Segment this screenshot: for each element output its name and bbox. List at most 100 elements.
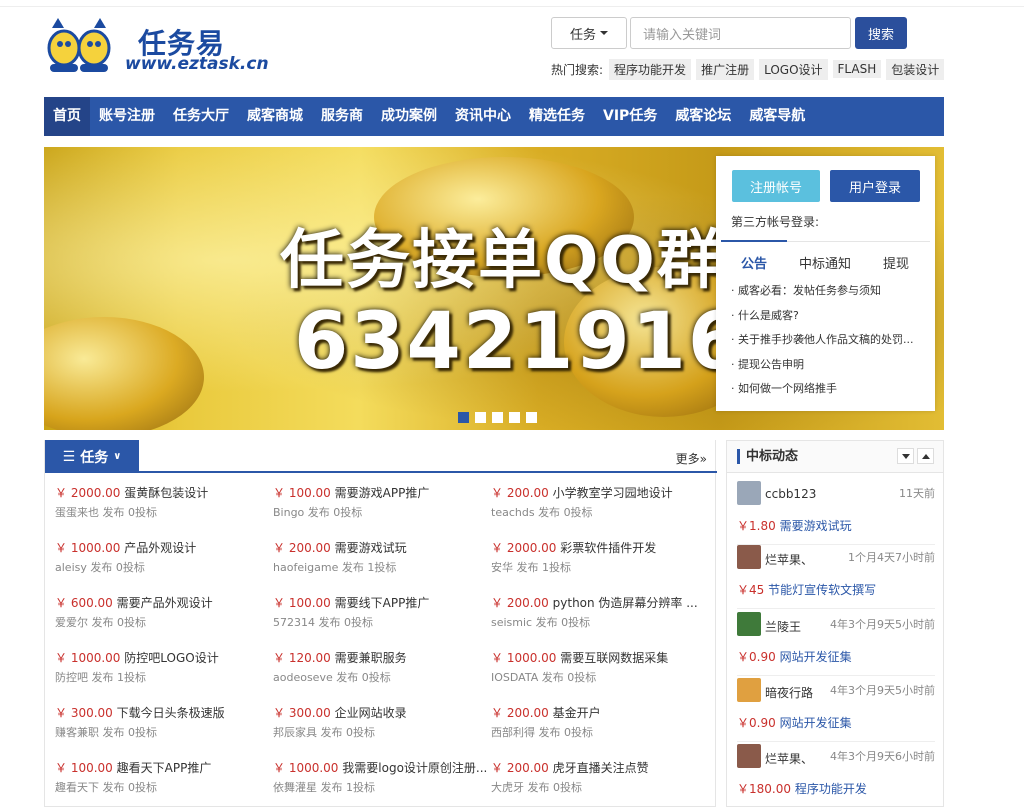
hot-tag[interactable]: 程序功能开发 xyxy=(609,58,692,80)
task-title[interactable]: ￥ 1000.00 防控吧LOGO设计 xyxy=(55,650,270,666)
task-item[interactable]: ￥ 600.00 需要产品外观设计 爱爱尔 发布 0投标 xyxy=(55,595,270,630)
task-item[interactable]: ￥ 2000.00 彩票软件插件开发 安华 发布 1投标 xyxy=(491,540,706,575)
task-publisher[interactable]: 依舞灌星 xyxy=(273,781,317,794)
notice-link[interactable]: · 如何做一个网络推手 xyxy=(731,380,927,396)
task-item[interactable]: ￥ 100.00 需要游戏APP推广 Bingo 发布 0投标 xyxy=(273,485,488,520)
avatar[interactable] xyxy=(737,612,761,636)
award-username[interactable]: 烂苹果、 xyxy=(765,750,813,767)
task-item[interactable]: ￥ 1000.00 需要互联网数据采集 IOSDATA 发布 0投标 xyxy=(491,650,706,685)
task-publisher[interactable]: haofeigame xyxy=(273,561,338,574)
nav-item-home[interactable]: 首页 xyxy=(44,97,90,136)
award-username[interactable]: 兰陵王 xyxy=(765,618,801,635)
task-item[interactable]: ￥ 300.00 企业网站收录 邦辰家具 发布 0投标 xyxy=(273,705,488,740)
task-item[interactable]: ￥ 1000.00 我需要logo设计原创注册... 依舞灌星 发布 1投标 xyxy=(273,760,488,795)
slider-dot[interactable] xyxy=(475,412,486,423)
task-item[interactable]: ￥ 100.00 需要线下APP推广 572314 发布 0投标 xyxy=(273,595,488,630)
nav-item-news[interactable]: 资讯中心 xyxy=(446,97,520,136)
task-title[interactable]: ￥ 1000.00 需要互联网数据采集 xyxy=(491,650,706,666)
task-title[interactable]: ￥ 100.00 趣看天下APP推广 xyxy=(55,760,270,776)
nav-item-providers[interactable]: 服务商 xyxy=(312,97,372,136)
task-publisher[interactable]: 西部利得 xyxy=(491,726,535,739)
tab-announcements[interactable]: 公告 xyxy=(741,253,767,272)
more-link[interactable]: 更多» xyxy=(676,450,707,467)
task-publisher[interactable]: 趣看天下 xyxy=(55,781,99,794)
nav-item-vip[interactable]: VIP任务 xyxy=(594,97,666,136)
notice-link[interactable]: · 提现公告申明 xyxy=(731,356,927,372)
task-title[interactable]: ￥ 1000.00 产品外观设计 xyxy=(55,540,270,556)
task-item[interactable]: ￥ 2000.00 蛋黄酥包装设计 蛋蛋来也 发布 0投标 xyxy=(55,485,270,520)
task-publisher[interactable]: 爱爱尔 xyxy=(55,616,88,629)
task-item[interactable]: ￥ 300.00 下载今日头条极速版 赚客兼职 发布 0投标 xyxy=(55,705,270,740)
hot-tag[interactable]: LOGO设计 xyxy=(759,58,828,80)
hot-tag[interactable]: 推广注册 xyxy=(696,58,755,80)
task-publisher[interactable]: teachds xyxy=(491,506,535,519)
search-input[interactable]: 请输入关键词 xyxy=(630,17,851,49)
scroll-down-button[interactable] xyxy=(897,448,914,464)
task-publisher[interactable]: Bingo xyxy=(273,506,304,519)
award-username[interactable]: 暗夜行路 xyxy=(765,684,813,701)
task-publisher[interactable]: 防控吧 xyxy=(55,671,88,684)
award-task-link[interactable]: ￥0.90 网站开发征集 xyxy=(737,714,852,731)
task-title[interactable]: ￥ 100.00 需要游戏APP推广 xyxy=(273,485,488,501)
nav-item-featured[interactable]: 精选任务 xyxy=(520,97,594,136)
notice-link[interactable]: · 关于推手抄袭他人作品文稿的处罚... xyxy=(731,331,927,347)
slider-dot[interactable] xyxy=(526,412,537,423)
task-item[interactable]: ￥ 200.00 小学教室学习园地设计 teachds 发布 0投标 xyxy=(491,485,706,520)
task-item[interactable]: ￥ 200.00 虎牙直播关注点赞 大虎牙 发布 0投标 xyxy=(491,760,706,795)
task-item[interactable]: ￥ 200.00 基金开户 西部利得 发布 0投标 xyxy=(491,705,706,740)
avatar[interactable] xyxy=(737,744,761,768)
task-title[interactable]: ￥ 100.00 需要线下APP推广 xyxy=(273,595,488,611)
task-title[interactable]: ￥ 200.00 python 伪造屏幕分辨率 ... xyxy=(491,595,706,611)
task-publisher[interactable]: 赚客兼职 xyxy=(55,726,99,739)
scroll-up-button[interactable] xyxy=(917,448,934,464)
task-publisher[interactable]: IOSDATA xyxy=(491,671,538,684)
register-button[interactable]: 注册帐号 xyxy=(732,170,820,202)
task-title[interactable]: ￥ 120.00 需要兼职服务 xyxy=(273,650,488,666)
task-title[interactable]: ￥ 200.00 基金开户 xyxy=(491,705,706,721)
task-title[interactable]: ￥ 600.00 需要产品外观设计 xyxy=(55,595,270,611)
award-task-link[interactable]: ￥45 节能灯宣传软文撰写 xyxy=(737,581,876,598)
task-publisher[interactable]: 572314 xyxy=(273,616,315,629)
task-title[interactable]: ￥ 2000.00 彩票软件插件开发 xyxy=(491,540,706,556)
task-item[interactable]: ￥ 200.00 python 伪造屏幕分辨率 ... seismic 发布 0投… xyxy=(491,595,706,630)
avatar[interactable] xyxy=(737,545,761,569)
nav-item-forum[interactable]: 威客论坛 xyxy=(666,97,740,136)
avatar[interactable] xyxy=(737,678,761,702)
task-title[interactable]: ￥ 200.00 虎牙直播关注点赞 xyxy=(491,760,706,776)
task-publisher[interactable]: seismic xyxy=(491,616,532,629)
login-button[interactable]: 用户登录 xyxy=(830,170,920,202)
tasks-tab[interactable]: ☰ 任务 ∨ xyxy=(45,440,139,473)
award-username[interactable]: 烂苹果、 xyxy=(765,551,813,568)
tab-award-notice[interactable]: 中标通知 xyxy=(799,253,851,272)
task-title[interactable]: ￥ 200.00 需要游戏试玩 xyxy=(273,540,488,556)
task-publisher[interactable]: 大虎牙 xyxy=(491,781,524,794)
task-publisher[interactable]: aodeoseve xyxy=(273,671,333,684)
task-publisher[interactable]: 邦辰家具 xyxy=(273,726,317,739)
award-task-link[interactable]: ￥1.80 需要游戏试玩 xyxy=(737,517,852,534)
task-publisher[interactable]: aleisy xyxy=(55,561,87,574)
award-username[interactable]: ccbb123 xyxy=(765,487,816,501)
nav-item-cases[interactable]: 成功案例 xyxy=(372,97,446,136)
task-item[interactable]: ￥ 120.00 需要兼职服务 aodeoseve 发布 0投标 xyxy=(273,650,488,685)
notice-link[interactable]: · 什么是威客? xyxy=(731,307,927,323)
task-item[interactable]: ￥ 1000.00 产品外观设计 aleisy 发布 0投标 xyxy=(55,540,270,575)
nav-item-task-hall[interactable]: 任务大厅 xyxy=(164,97,238,136)
hot-tag[interactable]: 包装设计 xyxy=(886,58,945,80)
search-type-dropdown[interactable]: 任务 xyxy=(551,17,627,49)
award-task-link[interactable]: ￥180.00 程序功能开发 xyxy=(737,780,867,797)
task-title[interactable]: ￥ 2000.00 蛋黄酥包装设计 xyxy=(55,485,270,501)
site-logo[interactable]: 任务易 www.eztask.cn xyxy=(46,14,269,80)
tab-withdraw[interactable]: 提现 xyxy=(883,253,909,272)
task-item[interactable]: ￥ 1000.00 防控吧LOGO设计 防控吧 发布 1投标 xyxy=(55,650,270,685)
award-task-link[interactable]: ￥0.90 网站开发征集 xyxy=(737,648,852,665)
task-item[interactable]: ￥ 200.00 需要游戏试玩 haofeigame 发布 1投标 xyxy=(273,540,488,575)
avatar[interactable] xyxy=(737,481,761,505)
task-publisher[interactable]: 安华 xyxy=(491,561,513,574)
search-button[interactable]: 搜索 xyxy=(855,17,907,49)
slider-dot[interactable] xyxy=(492,412,503,423)
task-title[interactable]: ￥ 300.00 下载今日头条极速版 xyxy=(55,705,270,721)
task-item[interactable]: ￥ 100.00 趣看天下APP推广 趣看天下 发布 0投标 xyxy=(55,760,270,795)
nav-item-register[interactable]: 账号注册 xyxy=(90,97,164,136)
slider-dot[interactable] xyxy=(458,412,469,423)
task-publisher[interactable]: 蛋蛋来也 xyxy=(55,506,99,519)
